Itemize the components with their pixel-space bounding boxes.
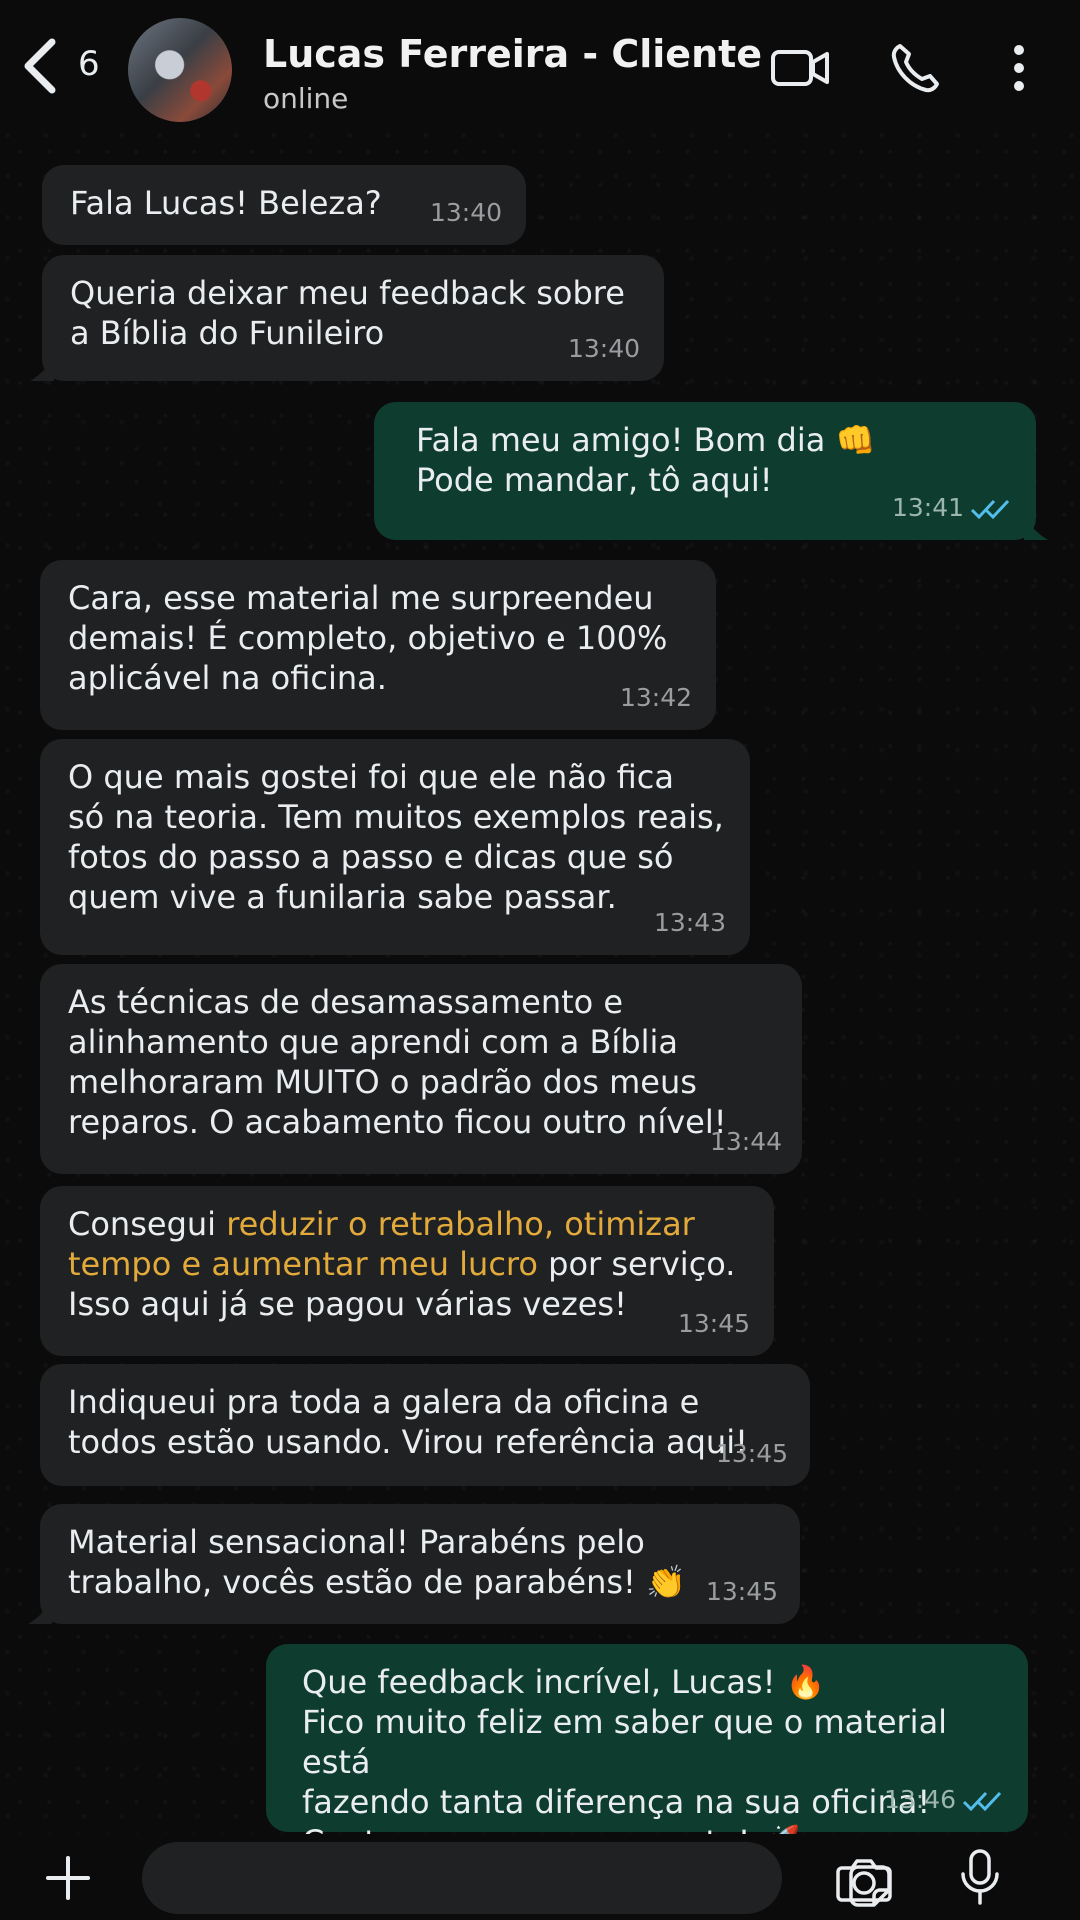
bubble-tail [28, 1600, 52, 1624]
composer-bar [0, 1834, 1080, 1920]
message-text: Queria deixar meu feedback sobre a Bíbli… [70, 274, 625, 352]
message-bubble-incoming[interactable]: O que mais gostei foi que ele não fica s… [40, 739, 750, 955]
message-text: Material sensacional! Parabéns pelo trab… [68, 1523, 686, 1601]
message-time: 13:43 [653, 908, 726, 937]
more-vertical-icon[interactable] [1004, 40, 1034, 96]
message-time: 13:40 [429, 198, 502, 227]
chevron-left-icon[interactable] [18, 36, 62, 96]
avatar[interactable] [128, 18, 232, 122]
camera-icon[interactable] [836, 1856, 892, 1902]
message-text: Indiqueui pra toda a galera da oficina e… [68, 1383, 748, 1461]
message-bubble-incoming[interactable]: Queria deixar meu feedback sobre a Bíbli… [30, 255, 664, 381]
unread-count[interactable]: 6 [78, 44, 100, 84]
bubble-tail [1024, 516, 1048, 540]
microphone-icon[interactable] [958, 1848, 1002, 1906]
message-time: 13:44 [709, 1127, 782, 1156]
message-bubble-outgoing[interactable]: Que feedback incrível, Lucas! 🔥 Fico mui… [266, 1644, 1028, 1861]
message-text: Cara, esse material me surpreendeu demai… [68, 579, 668, 697]
message-time: 13:41 [892, 488, 1012, 528]
message-bubble-incoming[interactable]: Fala Lucas! Beleza? 13:40 [42, 165, 526, 245]
message-text: As técnicas de desamassamento e alinhame… [68, 983, 727, 1141]
message-bubble-incoming[interactable]: Consegui reduzir o retrabalho, otimizar … [40, 1186, 774, 1356]
message-time: 13:42 [619, 683, 692, 712]
plus-icon[interactable] [44, 1854, 92, 1902]
message-time: 13:45 [715, 1439, 788, 1468]
message-bubble-incoming[interactable]: As técnicas de desamassamento e alinhame… [40, 964, 802, 1174]
message-time: 13:40 [567, 334, 640, 363]
read-receipt-icon [970, 499, 1010, 520]
message-time: 13:46 [884, 1780, 1004, 1820]
phone-icon[interactable] [888, 40, 948, 96]
contact-status: online [263, 82, 349, 115]
message-bubble-incoming[interactable]: Material sensacional! Parabéns pelo trab… [28, 1504, 800, 1624]
read-receipt-icon [962, 1791, 1002, 1812]
chat-header: 6 Lucas Ferreira - Cliente online [0, 0, 1080, 132]
message-time: 13:45 [677, 1309, 750, 1338]
contact-name[interactable]: Lucas Ferreira - Cliente [263, 32, 762, 76]
message-text: Que feedback incrível, Lucas! 🔥 Fico mui… [302, 1663, 948, 1861]
message-bubble-outgoing[interactable]: Fala meu amigo! Bom dia 👊 Pode mandar, t… [374, 402, 1048, 540]
message-bubble-incoming[interactable]: Cara, esse material me surpreendeu demai… [40, 560, 716, 730]
message-time: 13:45 [705, 1577, 778, 1606]
video-call-icon[interactable] [770, 40, 830, 96]
message-text: O que mais gostei foi que ele não fica s… [68, 758, 724, 916]
message-text: Consegui reduzir o retrabalho, otimizar … [68, 1205, 736, 1323]
bubble-tail [30, 357, 54, 381]
message-bubble-incoming[interactable]: Indiqueui pra toda a galera da oficina e… [40, 1364, 810, 1486]
message-input[interactable] [142, 1842, 891, 1914]
